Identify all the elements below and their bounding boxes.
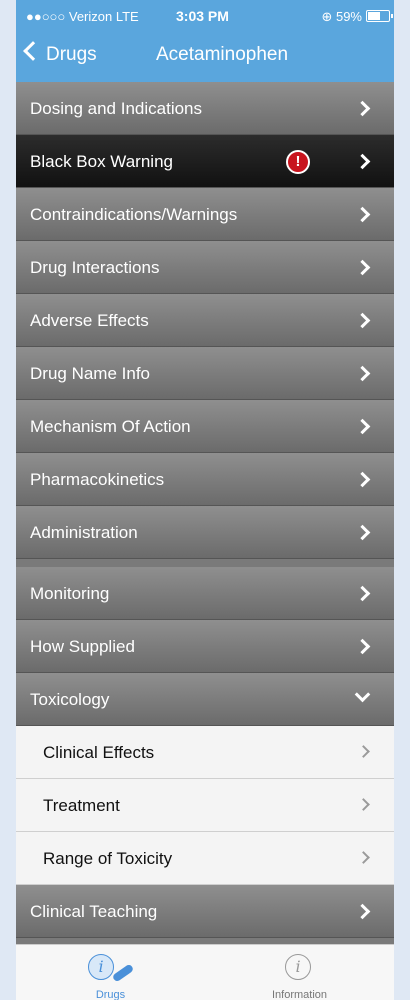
- chevron-right-icon: [354, 153, 371, 170]
- row-pharmacokinetics[interactable]: Pharmacokinetics: [16, 453, 394, 506]
- tab-information[interactable]: i Information: [205, 945, 394, 1000]
- status-time: 3:03 PM: [176, 8, 229, 24]
- row-label: Dosing and Indications: [30, 99, 203, 118]
- row-label: How Supplied: [30, 637, 135, 656]
- chevron-right-icon: [354, 903, 371, 920]
- row-label: Drug Interactions: [30, 258, 160, 277]
- subrow-label: Range of Toxicity: [43, 849, 173, 868]
- chevron-right-icon: [354, 418, 371, 435]
- chevron-right-icon: [354, 585, 371, 602]
- row-label: Black Box Warning: [30, 152, 173, 171]
- info-icon: i: [285, 954, 311, 980]
- subrow-clinical-effects[interactable]: Clinical Effects: [16, 726, 394, 779]
- app-screen: ●●○○○ Verizon LTE 3:03 PM ⊕ 59% Drugs Ac…: [16, 0, 394, 1000]
- chevron-down-icon: [354, 686, 371, 703]
- info-icon: i: [88, 954, 114, 980]
- chevron-right-icon: [354, 100, 371, 117]
- chevron-right-icon: [357, 798, 370, 811]
- back-button[interactable]: Drugs: [23, 41, 97, 66]
- carrier-signal: ●●○○○ Verizon LTE: [26, 9, 139, 24]
- drug-section-list: Dosing and Indications Black Box Warning…: [16, 82, 394, 938]
- chevron-right-icon: [354, 638, 371, 655]
- row-label: Adverse Effects: [30, 311, 149, 330]
- pill-icon: [111, 963, 135, 983]
- row-how-supplied[interactable]: How Supplied: [16, 620, 394, 673]
- row-monitoring[interactable]: Monitoring: [16, 567, 394, 620]
- row-label: Pharmacokinetics: [30, 470, 165, 489]
- tab-label: Drugs: [95, 989, 126, 1000]
- row-label: Contraindications/Warnings: [30, 205, 238, 224]
- row-clinical-teaching[interactable]: Clinical Teaching: [16, 885, 394, 938]
- battery-percent: ⊕ 59%: [321, 9, 362, 24]
- row-label: Mechanism Of Action: [30, 417, 191, 436]
- row-dosing-indications[interactable]: Dosing and Indications: [16, 82, 394, 135]
- tab-label: Information: [271, 989, 328, 1000]
- chevron-right-icon: [354, 206, 371, 223]
- row-drug-interactions[interactable]: Drug Interactions: [16, 241, 394, 294]
- row-black-box-warning[interactable]: Black Box Warning !: [16, 135, 394, 188]
- top-bar: ●●○○○ Verizon LTE 3:03 PM ⊕ 59% Drugs Ac…: [16, 0, 394, 82]
- subrow-label: Treatment: [43, 796, 120, 815]
- chevron-left-icon: [23, 41, 43, 61]
- tab-bar: i Drugs i Information: [16, 944, 394, 1000]
- page-title: Acetaminophen: [156, 44, 289, 65]
- chevron-right-icon: [354, 312, 371, 329]
- chevron-right-icon: [354, 259, 371, 276]
- exclamation-warning-icon: !: [286, 150, 310, 174]
- tab-drugs[interactable]: i Drugs: [16, 945, 205, 1000]
- back-label: Drugs: [46, 44, 97, 65]
- chevron-right-icon: [357, 851, 370, 864]
- row-administration[interactable]: Administration: [16, 506, 394, 559]
- row-label: Clinical Teaching: [30, 902, 158, 921]
- status-bar: ●●○○○ Verizon LTE 3:03 PM ⊕ 59%: [16, 0, 394, 32]
- row-contraindications[interactable]: Contraindications/Warnings: [16, 188, 394, 241]
- chevron-right-icon: [354, 524, 371, 541]
- navigation-bar: Drugs Acetaminophen: [16, 32, 394, 82]
- row-drug-name-info[interactable]: Drug Name Info: [16, 347, 394, 400]
- subrow-label: Clinical Effects: [43, 743, 155, 762]
- row-label: Toxicology: [30, 690, 110, 709]
- row-label: Monitoring: [30, 584, 110, 603]
- chevron-right-icon: [354, 471, 371, 488]
- row-label: Administration: [30, 523, 138, 542]
- battery-icon: [366, 10, 393, 22]
- chevron-right-icon: [357, 745, 370, 758]
- subrow-treatment[interactable]: Treatment: [16, 779, 394, 832]
- row-label: Drug Name Info: [30, 364, 150, 383]
- chevron-right-icon: [354, 365, 371, 382]
- row-toxicology[interactable]: Toxicology: [16, 673, 394, 726]
- subrow-range-of-toxicity[interactable]: Range of Toxicity: [16, 832, 394, 885]
- row-adverse-effects[interactable]: Adverse Effects: [16, 294, 394, 347]
- row-mechanism-of-action[interactable]: Mechanism Of Action: [16, 400, 394, 453]
